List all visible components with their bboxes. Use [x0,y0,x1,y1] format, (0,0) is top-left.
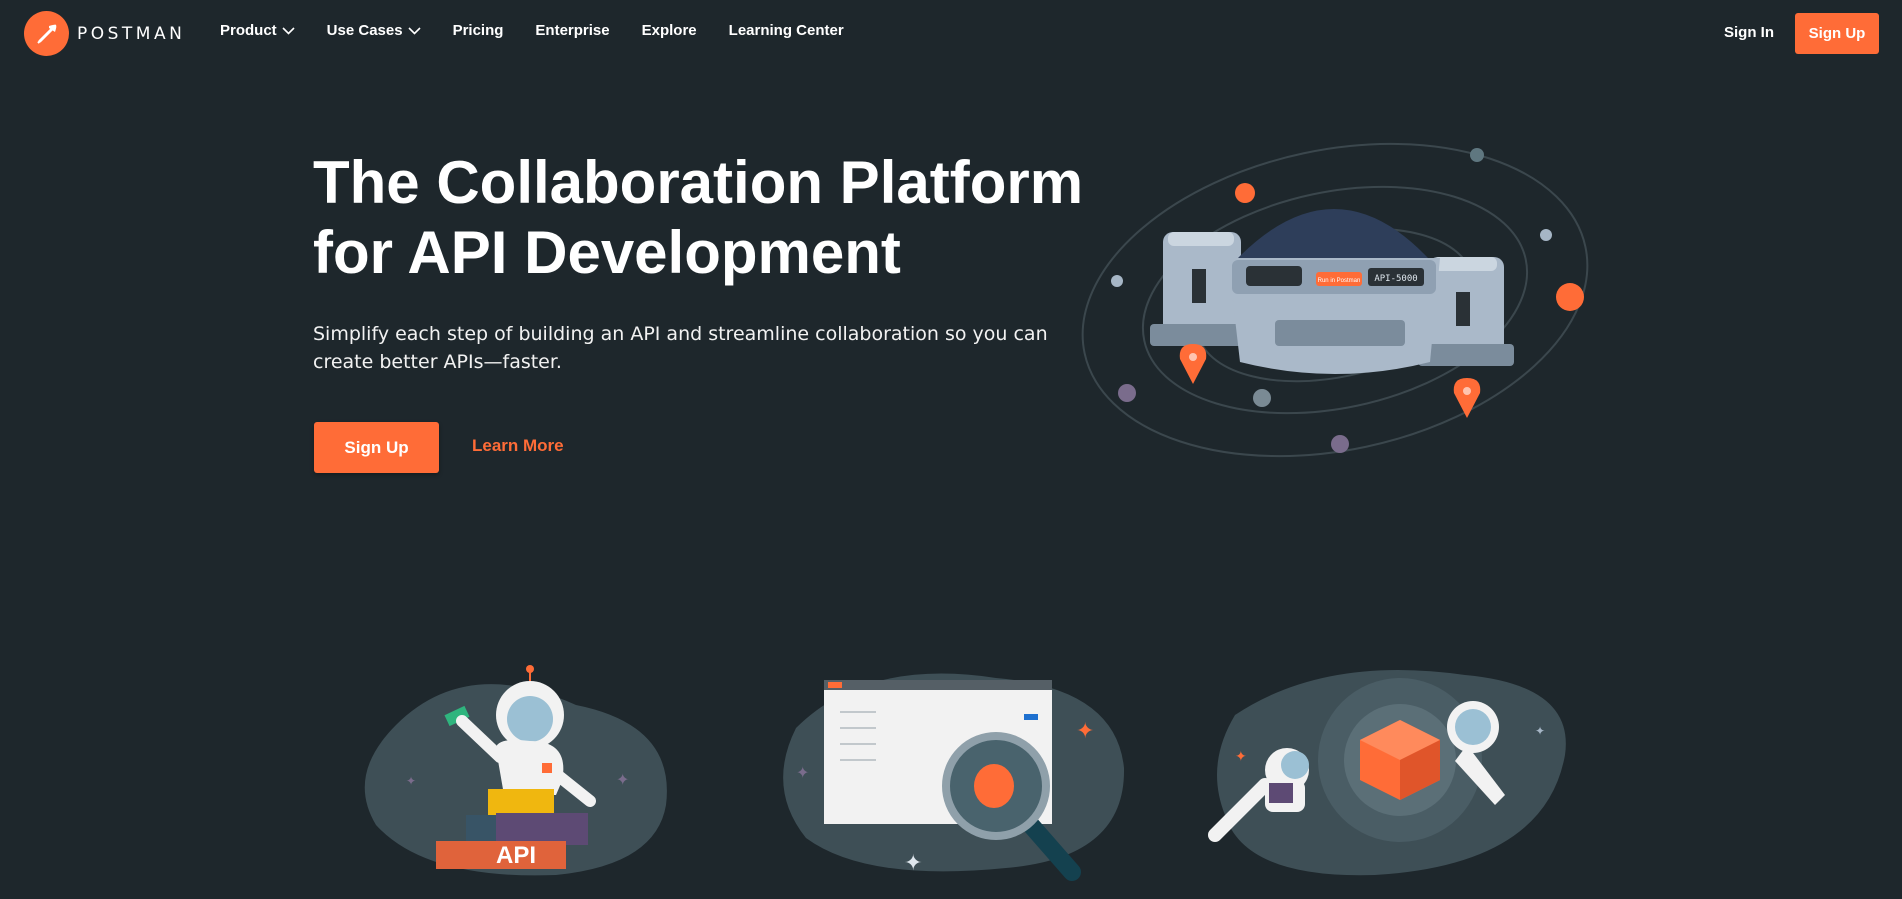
sparkle-icon: ✦ [1076,718,1094,743]
nav-item-label: Explore [641,22,697,39]
nav-item-label: Use Cases [326,22,403,39]
nav-menu: Product Use Cases Pricing Enterprise Exp… [220,22,876,39]
postman-logo[interactable]: POSTMAN [24,11,185,56]
hero-subtitle-line-2: create better APIs—faster. [313,351,562,373]
astronaut-building-api-illustration: API ✦ ✦ [364,665,667,876]
nav-item-explore[interactable]: Explore [642,22,697,39]
hero-title-line-1: The Collaboration Platform [313,149,1084,216]
learn-more-link[interactable]: Learn More [472,436,564,456]
top-navigation: POSTMAN Product Use Cases Pricing Enterp… [0,0,1902,66]
sign-up-nav-button[interactable]: Sign Up [1795,13,1879,54]
space-station-illustration: Run in Postman API-5000 [1081,142,1589,458]
sparkle-icon: ✦ [1235,748,1247,764]
sign-in-link[interactable]: Sign In [1724,24,1774,41]
chevron-down-icon [282,26,295,35]
sparkle-icon: ✦ [904,850,922,875]
nav-item-product[interactable]: Product [220,22,295,39]
hero-subtitle: Simplify each step of building an API an… [313,320,1073,376]
astronauts-collaborating-illustration: ✦ ✦ [1208,670,1566,876]
api-block-label: API [496,842,536,869]
chevron-down-icon [407,26,421,35]
sparkle-icon: ✦ [796,765,809,782]
api-5000-label: API-5000 [1374,274,1417,284]
nav-item-pricing[interactable]: Pricing [453,22,504,39]
nav-item-use-cases[interactable]: Use Cases [327,22,421,39]
hero-sign-up-button[interactable]: Sign Up [314,422,439,473]
sparkle-icon: ✦ [406,774,416,788]
postman-rocket-icon [24,11,69,56]
nav-item-label: Learning Center [728,22,844,39]
nav-item-label: Product [220,22,277,39]
sparkle-icon: ✦ [1535,724,1545,738]
hero-title-line-2: for API Development [313,219,901,286]
nav-item-label: Enterprise [535,22,610,39]
nav-item-label: Pricing [452,22,504,39]
run-in-postman-label: Run in Postman [1318,278,1361,284]
brand-name: POSTMAN [77,23,186,44]
nav-item-learning-center[interactable]: Learning Center [729,22,844,39]
sparkle-icon: ✦ [616,772,629,789]
nav-item-enterprise[interactable]: Enterprise [535,22,609,39]
debugging-magnifier-illustration: ✦ ✦ ✦ [783,673,1125,881]
hero-title: The Collaboration Platform for API Devel… [313,148,1113,288]
hero-subtitle-line-1: Simplify each step of building an API an… [313,323,1048,345]
